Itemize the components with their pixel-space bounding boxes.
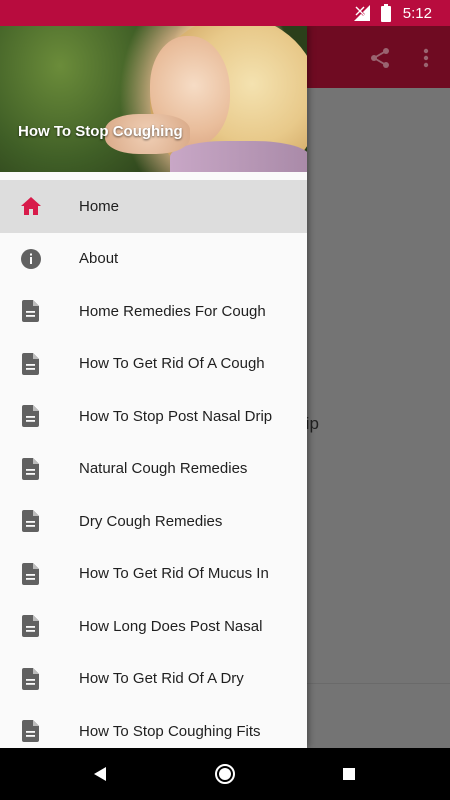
drawer-item-label: Natural Cough Remedies [79,460,248,478]
home-icon [19,194,43,218]
drawer-item-label: How To Get Rid Of Mucus In [79,565,269,583]
document-icon [19,457,43,481]
drawer-item-label: Home [79,197,120,215]
drawer-item-home[interactable]: Home [0,180,307,233]
navigation-drawer: How To Stop Coughing Home About Home Remed… [0,26,307,748]
document-icon [19,404,43,428]
document-icon [19,562,43,586]
drawer-item-how-to-stop-coughing-fits[interactable]: How To Stop Coughing Fits [0,705,307,748]
drawer-item-how-to-stop-post-nasal-drip[interactable]: How To Stop Post Nasal Drip [0,390,307,443]
info-icon [19,247,43,271]
drawer-item-label: How To Stop Coughing Fits [79,722,261,740]
more-vert-icon[interactable] [412,44,440,72]
signal-off-icon [353,4,371,22]
document-icon [19,299,43,323]
drawer-item-label: How To Get Rid Of A Dry [79,670,244,688]
status-bar: 5:12 [0,0,450,26]
drawer-item-how-long-does-post-nasal[interactable]: How Long Does Post Nasal [0,600,307,653]
drawer-item-how-to-get-rid-of-a-cough[interactable]: How To Get Rid Of A Cough [0,338,307,391]
drawer-item-natural-cough-remedies[interactable]: Natural Cough Remedies [0,443,307,496]
home-circle-icon[interactable] [213,762,237,786]
status-time: 5:12 [402,4,432,22]
drawer-menu: Home About Home Remedies For Cough How To G… [0,172,307,748]
drawer-item-label: How To Get Rid Of A Cough [79,355,265,373]
drawer-item-how-to-get-rid-of-a-dry[interactable]: How To Get Rid Of A Dry [0,653,307,706]
document-icon [19,667,43,691]
drawer-item-label: Home Remedies For Cough [79,302,266,320]
drawer-item-label: How Long Does Post Nasal [79,617,263,635]
drawer-item-label: Dry Cough Remedies [79,512,223,530]
drawer-item-label: How To Stop Post Nasal Drip [79,407,273,425]
drawer-header-title: How To Stop Coughing [18,123,183,140]
drawer-item-about[interactable]: About [0,233,307,286]
document-icon [19,719,43,743]
document-icon [19,614,43,638]
drawer-header-image: How To Stop Coughing [0,26,307,172]
back-icon[interactable] [88,762,112,786]
drawer-item-how-to-get-rid-of-mucus-in[interactable]: How To Get Rid Of Mucus In [0,548,307,601]
document-icon [19,352,43,376]
recents-icon[interactable] [337,762,361,786]
drawer-item-label: About [79,250,119,268]
drawer-item-home-remedies-for-cough[interactable]: Home Remedies For Cough [0,285,307,338]
battery-icon [380,4,391,22]
share-icon[interactable] [366,44,394,72]
system-navigation-bar [0,748,450,800]
document-icon [19,509,43,533]
drawer-item-dry-cough-remedies[interactable]: Dry Cough Remedies [0,495,307,548]
